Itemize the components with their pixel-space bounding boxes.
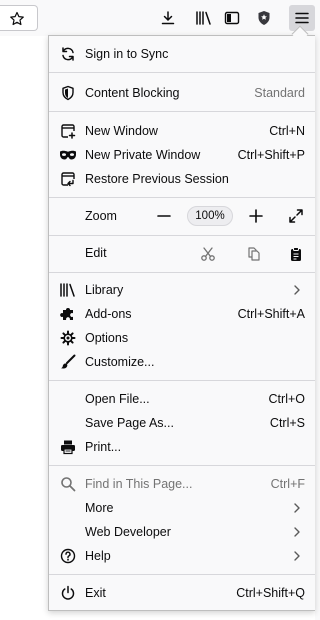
menu-item-open-file[interactable]: Open File... Ctrl+O bbox=[49, 387, 315, 411]
menu-item-new-window[interactable]: New Window Ctrl+N bbox=[49, 119, 315, 143]
cut-button[interactable] bbox=[196, 242, 220, 266]
separator bbox=[49, 235, 315, 236]
shortcut-label: Ctrl+F bbox=[270, 477, 305, 491]
menu-item-label: Options bbox=[85, 331, 129, 345]
menu-item-label: Sign in to Sync bbox=[85, 47, 169, 61]
menu-item-help[interactable]: Help bbox=[49, 544, 315, 568]
cut-icon bbox=[201, 247, 215, 261]
zoom-out-icon bbox=[157, 215, 171, 217]
shortcut-label: Ctrl+Shift+A bbox=[237, 307, 305, 321]
separator bbox=[49, 72, 315, 73]
edit-label: Edit bbox=[85, 246, 107, 260]
separator bbox=[49, 380, 315, 381]
menu-item-label: Open File... bbox=[85, 392, 150, 406]
menu-item-label: New Window bbox=[85, 124, 158, 138]
sync-icon bbox=[59, 45, 77, 63]
menu-item-label: Find in This Page... bbox=[85, 477, 193, 491]
menu-item-new-private-window[interactable]: New Private Window Ctrl+Shift+P bbox=[49, 143, 315, 167]
shortcut-label: Ctrl+S bbox=[269, 416, 305, 430]
help-icon bbox=[59, 547, 77, 565]
paste-button[interactable] bbox=[284, 242, 308, 266]
separator bbox=[49, 111, 315, 112]
new-window-icon bbox=[59, 122, 77, 140]
chevron-right-icon bbox=[294, 503, 300, 513]
shortcut-label: Ctrl+Shift+P bbox=[237, 148, 305, 162]
menu-item-edit: Edit bbox=[49, 241, 315, 265]
printer-icon bbox=[59, 438, 77, 456]
paintbrush-icon bbox=[59, 353, 77, 371]
menu-item-find[interactable]: Find in This Page... Ctrl+F bbox=[49, 472, 315, 496]
chevron-right-icon bbox=[294, 285, 300, 295]
fullscreen-button[interactable] bbox=[283, 203, 309, 229]
library-icon bbox=[59, 281, 77, 299]
shortcut-label: Ctrl+N bbox=[269, 124, 305, 138]
menu-item-addons[interactable]: Add-ons Ctrl+Shift+A bbox=[49, 302, 315, 326]
menu-item-print[interactable]: Print... bbox=[49, 435, 315, 459]
navigation-toolbar bbox=[0, 0, 315, 36]
menu-item-restore-session[interactable]: Restore Previous Session bbox=[49, 167, 315, 191]
menu-item-label: New Private Window bbox=[85, 148, 201, 162]
menu-item-more[interactable]: More bbox=[49, 496, 315, 520]
paste-icon bbox=[291, 247, 301, 261]
menu-item-exit[interactable]: Exit Ctrl+Shift+Q bbox=[49, 581, 315, 605]
zoom-in-icon bbox=[249, 209, 263, 223]
menu-item-label: Exit bbox=[85, 586, 106, 600]
sidebar-icon[interactable] bbox=[219, 5, 245, 31]
shield-icon bbox=[59, 84, 77, 102]
search-icon bbox=[59, 475, 77, 493]
download-icon[interactable] bbox=[155, 5, 181, 31]
menu-item-customize[interactable]: Customize... bbox=[49, 350, 315, 374]
zoom-out-button[interactable] bbox=[151, 203, 177, 229]
restore-session-icon bbox=[59, 170, 77, 188]
gear-icon bbox=[59, 329, 77, 347]
separator bbox=[49, 197, 315, 198]
menu-item-label: Save Page As... bbox=[85, 416, 174, 430]
menu-item-web-developer[interactable]: Web Developer bbox=[49, 520, 315, 544]
menu-item-zoom: Zoom bbox=[49, 204, 315, 228]
chevron-right-icon bbox=[294, 527, 300, 537]
separator bbox=[49, 465, 315, 466]
library-icon[interactable] bbox=[191, 5, 217, 31]
menu-item-label: Print... bbox=[85, 440, 122, 454]
tracking-shield-icon[interactable] bbox=[251, 5, 277, 31]
separator bbox=[49, 574, 315, 575]
zoom-label: Zoom bbox=[85, 209, 117, 223]
menu-item-sync[interactable]: Sign in to Sync bbox=[49, 42, 315, 66]
menu-item-label: Library bbox=[85, 283, 124, 297]
url-bar-edge[interactable] bbox=[0, 5, 38, 31]
menu-item-library[interactable]: Library bbox=[49, 278, 315, 302]
menu-item-label: Add-ons bbox=[85, 307, 132, 321]
zoom-reset-button[interactable]: 100% bbox=[187, 206, 233, 226]
fullscreen-icon bbox=[289, 209, 303, 223]
separator bbox=[49, 272, 315, 273]
menu-item-label: Restore Previous Session bbox=[85, 172, 229, 186]
copy-button[interactable] bbox=[242, 242, 266, 266]
shortcut-label: Ctrl+O bbox=[268, 392, 305, 406]
menu-item-save-page[interactable]: Save Page As... Ctrl+S bbox=[49, 411, 315, 435]
power-icon bbox=[59, 584, 77, 602]
puzzle-piece-icon bbox=[59, 305, 77, 323]
menu-item-label: Content Blocking bbox=[85, 86, 180, 100]
private-mask-icon bbox=[59, 146, 77, 164]
menu-item-options[interactable]: Options bbox=[49, 326, 315, 350]
star-icon[interactable] bbox=[4, 6, 30, 32]
menu-item-content-blocking[interactable]: Content Blocking Standard bbox=[49, 81, 315, 105]
menu-item-label: Help bbox=[85, 549, 111, 563]
shortcut-label: Ctrl+Shift+Q bbox=[236, 586, 305, 600]
content-blocking-status: Standard bbox=[254, 86, 305, 100]
copy-icon bbox=[248, 247, 260, 261]
chevron-right-icon bbox=[294, 551, 300, 561]
menu-item-label: More bbox=[85, 501, 114, 515]
menu-item-label: Customize... bbox=[85, 355, 155, 369]
zoom-in-button[interactable] bbox=[243, 203, 269, 229]
menu-item-label: Web Developer bbox=[85, 525, 171, 539]
